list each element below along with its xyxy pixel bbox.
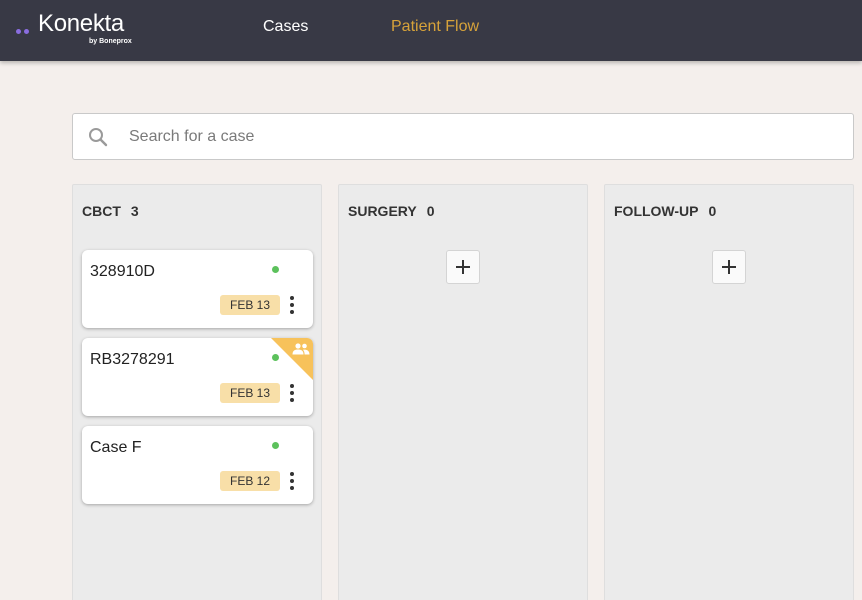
- app-logo[interactable]: Konekta by Boneprox: [16, 10, 146, 50]
- search-input[interactable]: [129, 115, 829, 158]
- column-header: SURGERY 0: [348, 203, 435, 219]
- status-indicator: [272, 266, 279, 273]
- group-icon: [292, 343, 310, 355]
- column-title: FOLLOW-UP: [614, 203, 699, 219]
- column-count: 3: [130, 203, 139, 219]
- column-header: FOLLOW-UP 0: [614, 203, 716, 219]
- column-count: 0: [708, 203, 717, 219]
- status-indicator: [272, 442, 279, 449]
- case-title: Case F: [90, 439, 142, 456]
- column-follow-up: FOLLOW-UP 0: [604, 184, 854, 600]
- case-title: RB3278291: [90, 351, 175, 368]
- case-title: 328910D: [90, 263, 155, 280]
- shared-corner-badge: [271, 338, 313, 380]
- search-bar: [72, 113, 854, 160]
- column-cbct: CBCT 3 328910D FEB 13 RB3278291 FEB 13 Ca…: [72, 184, 322, 600]
- add-case-button[interactable]: [446, 250, 480, 284]
- column-count: 0: [426, 203, 435, 219]
- logo-dots-icon: [16, 21, 32, 39]
- more-options-icon[interactable]: [286, 296, 298, 316]
- column-title: SURGERY: [348, 203, 417, 219]
- nav-patient-flow[interactable]: Patient Flow: [391, 18, 479, 36]
- search-icon: [89, 128, 108, 147]
- column-surgery: SURGERY 0: [338, 184, 588, 600]
- plus-icon: [456, 260, 470, 274]
- more-options-icon[interactable]: [286, 472, 298, 492]
- add-case-button[interactable]: [712, 250, 746, 284]
- plus-icon: [722, 260, 736, 274]
- case-card[interactable]: RB3278291 FEB 13: [82, 338, 313, 416]
- column-title: CBCT: [82, 203, 121, 219]
- case-card[interactable]: Case F FEB 12: [82, 426, 313, 504]
- logo-subtitle: by Boneprox: [89, 38, 132, 45]
- nav-cases[interactable]: Cases: [263, 18, 308, 36]
- date-badge: FEB 13: [220, 295, 280, 315]
- date-badge: FEB 12: [220, 471, 280, 491]
- more-options-icon[interactable]: [286, 384, 298, 404]
- top-bar: Konekta by Boneprox Cases Patient Flow: [0, 0, 862, 61]
- column-header: CBCT 3: [82, 203, 139, 219]
- date-badge: FEB 13: [220, 383, 280, 403]
- logo-name: Konekta: [38, 10, 124, 37]
- case-card[interactable]: 328910D FEB 13: [82, 250, 313, 328]
